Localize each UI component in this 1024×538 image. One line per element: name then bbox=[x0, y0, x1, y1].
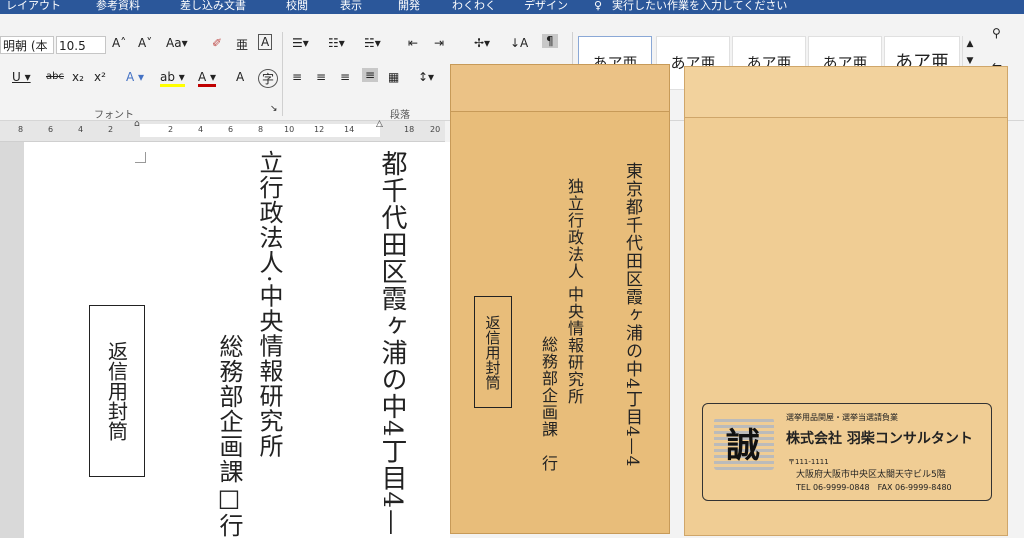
envelope-flap-b bbox=[685, 67, 1007, 118]
company-logo-char: 誠 bbox=[726, 426, 760, 466]
ruler-tick: 2 bbox=[108, 125, 114, 134]
char-shading-icon[interactable]: A bbox=[236, 70, 244, 84]
phonetic-guide-icon[interactable]: 亜 bbox=[236, 36, 248, 53]
text-direction-icon[interactable]: ✢▾ bbox=[474, 36, 490, 50]
tab-developer[interactable]: 開発 bbox=[398, 0, 420, 12]
ruler-tick: 8 bbox=[18, 125, 24, 134]
company-name: 株式会社 羽柴コンサルタント bbox=[786, 431, 973, 447]
ruler-tick: 8 bbox=[258, 125, 264, 134]
indent-marker-icon[interactable]: ⌂ bbox=[134, 119, 140, 129]
highlight-icon[interactable]: ab ▾ bbox=[160, 70, 185, 87]
enclose-char-icon[interactable]: 字 bbox=[258, 69, 279, 88]
tab-layout[interactable]: レイアウト bbox=[6, 0, 61, 12]
strikethrough-icon[interactable]: abc bbox=[46, 71, 64, 82]
grow-font-icon[interactable]: A˄ bbox=[112, 36, 126, 50]
distributed-icon[interactable]: ▦ bbox=[388, 70, 399, 84]
envelope-a-reply-box: 返信用封筒 bbox=[474, 296, 512, 408]
ruler-tick: 2 bbox=[168, 125, 174, 134]
company-address: 大阪府大阪市中央区太閤天守ビル5階 bbox=[796, 470, 946, 480]
shrink-font-icon[interactable]: A˅ bbox=[138, 36, 152, 50]
company-tel-fax: TEL 06-9999-0848 FAX 06-9999-8480 bbox=[796, 483, 952, 492]
find-icon[interactable]: ⚲ bbox=[992, 26, 1001, 40]
doc-dept-line: 総務部企画課□行 bbox=[215, 334, 243, 538]
font-size-combo[interactable]: 10.5 bbox=[56, 36, 106, 54]
ruler-tick: 4 bbox=[198, 125, 204, 134]
font-group-label: フォント bbox=[94, 110, 134, 121]
ruler-tick: 20 bbox=[430, 125, 441, 134]
numbering-icon[interactable]: ☷▾ bbox=[328, 36, 345, 50]
ruler-tick: 14 bbox=[344, 125, 355, 134]
envelope-a-dept: 総務部企画課 行 bbox=[539, 336, 558, 472]
group-divider bbox=[282, 32, 283, 116]
subscript-icon[interactable]: x₂ bbox=[72, 70, 84, 84]
ruler-tick: 10 bbox=[284, 125, 295, 134]
envelope-a-org: 独立行政法人 中央情報研究所 bbox=[565, 178, 584, 406]
company-tagline: 選挙用品関屋・選挙当選請負業 bbox=[786, 413, 898, 422]
tab-references[interactable]: 参考資料 bbox=[96, 0, 140, 12]
doc-address-line: 都千代田区霞ヶ浦の中4丁目4— bbox=[377, 150, 407, 537]
ruler-tick: 4 bbox=[78, 125, 84, 134]
bullets-icon[interactable]: ☰▾ bbox=[292, 36, 309, 50]
line-spacing-icon[interactable]: ↕▾ bbox=[418, 70, 434, 84]
right-indent-marker-icon[interactable]: △ bbox=[376, 119, 383, 129]
ruler-tick: 12 bbox=[314, 125, 325, 134]
envelope-a-address: 東京都千代田区霞ヶ浦の中4丁目4—4 bbox=[622, 162, 642, 468]
paragraph-group-label: 段落 bbox=[390, 110, 410, 121]
text-effects-icon[interactable]: A ▾ bbox=[126, 70, 144, 84]
align-right-icon[interactable]: ≡ bbox=[340, 70, 350, 84]
ribbon-tab-bar: レイアウト 参考資料 差し込み文書 校閲 表示 開発 わくわく デザイン ♀ 実… bbox=[0, 0, 1024, 14]
multilevel-list-icon[interactable]: ☵▾ bbox=[364, 36, 381, 50]
ruler-tick: 18 bbox=[404, 125, 415, 134]
horizontal-ruler[interactable]: 8 6 4 2 2 4 6 8 10 12 14 18 20 ⌂ △ bbox=[0, 119, 445, 142]
sort-icon[interactable]: ↓A bbox=[510, 36, 528, 50]
margin-corner-mark bbox=[135, 152, 146, 163]
tab-review[interactable]: 校閲 bbox=[286, 0, 308, 12]
tab-mailings[interactable]: 差し込み文書 bbox=[180, 0, 246, 12]
increase-indent-icon[interactable]: ⇥ bbox=[434, 36, 444, 50]
align-left-icon[interactable]: ≡ bbox=[292, 70, 302, 84]
change-case-icon[interactable]: Aa▾ bbox=[166, 36, 188, 50]
underline-icon[interactable]: U ▾ bbox=[12, 70, 31, 84]
superscript-icon[interactable]: x² bbox=[94, 70, 106, 84]
envelope-flap bbox=[451, 65, 669, 112]
show-marks-icon[interactable]: ¶ bbox=[542, 34, 558, 48]
font-name-combo[interactable]: 明朝 (本 bbox=[0, 36, 54, 54]
tab-design[interactable]: デザイン bbox=[524, 0, 568, 12]
clear-format-icon[interactable]: ✐ bbox=[212, 36, 222, 50]
tab-view[interactable]: 表示 bbox=[340, 0, 362, 12]
lightbulb-icon: ♀ bbox=[594, 0, 603, 12]
justify-icon[interactable]: ≡ bbox=[362, 68, 379, 82]
char-border-icon[interactable]: A bbox=[258, 34, 273, 50]
font-color-icon[interactable]: A ▾ bbox=[198, 70, 217, 87]
font-dialog-launcher-icon[interactable]: ↘ bbox=[270, 104, 278, 114]
tab-custom[interactable]: わくわく bbox=[452, 0, 496, 12]
align-center-icon[interactable]: ≡ bbox=[316, 70, 326, 84]
doc-reply-box: 返信用封筒 bbox=[89, 305, 145, 477]
doc-org-line: 立行政法人·中央情報研究所 bbox=[255, 150, 283, 459]
ruler-tick: 6 bbox=[48, 125, 54, 134]
decrease-indent-icon[interactable]: ⇤ bbox=[408, 36, 418, 50]
ruler-tick: 6 bbox=[228, 125, 234, 134]
company-postal: 〒111-1111 bbox=[788, 458, 829, 466]
tell-me-box[interactable]: 実行したい作業を入力してください bbox=[612, 0, 787, 12]
